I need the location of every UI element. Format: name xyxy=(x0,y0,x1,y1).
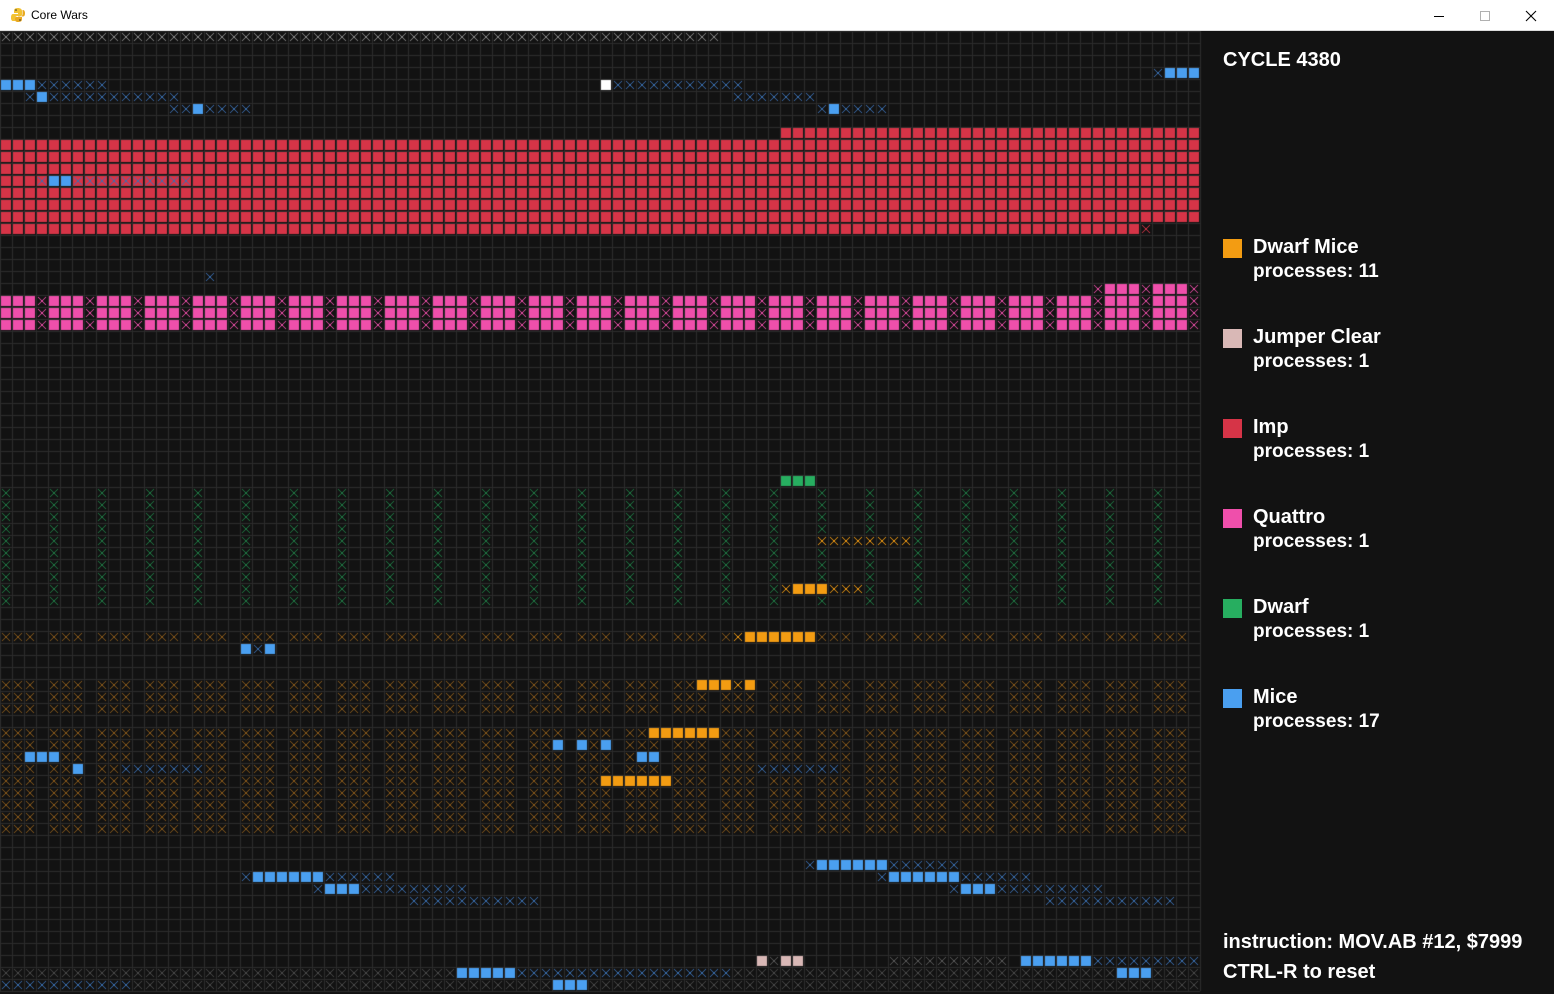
legend-swatch xyxy=(1223,239,1242,258)
legend-swatch xyxy=(1223,689,1242,708)
title-bar[interactable]: Core Wars xyxy=(0,0,1554,31)
process-count: processes: 1 xyxy=(1253,351,1370,372)
window-title: Core Wars xyxy=(31,8,88,22)
cycle-counter: CYCLE 4380 xyxy=(1223,49,1341,71)
warrior-name: Mice xyxy=(1253,686,1298,708)
legend-swatch xyxy=(1223,419,1242,438)
warrior-name: Dwarf Mice xyxy=(1253,236,1359,258)
maximize-button[interactable] xyxy=(1462,0,1508,31)
legend-item-mice: Mice processes: 17 xyxy=(1223,684,1543,744)
legend-swatch xyxy=(1223,599,1242,618)
legend-item-dwarf: Dwarf processes: 1 xyxy=(1223,594,1543,654)
minimize-button[interactable] xyxy=(1416,0,1462,31)
process-count: processes: 1 xyxy=(1253,441,1370,462)
legend-item-imp: Imp processes: 1 xyxy=(1223,414,1543,474)
status-sidebar: CYCLE 4380 Dwarf Mice processes: 11 Jump… xyxy=(1204,31,1554,994)
legend-item-quattro: Quattro processes: 1 xyxy=(1223,504,1543,564)
warrior-name: Imp xyxy=(1253,416,1289,438)
python-app-icon xyxy=(11,8,25,22)
legend-swatch xyxy=(1223,509,1242,528)
warrior-name: Dwarf xyxy=(1253,596,1309,618)
current-instruction: instruction: MOV.AB #12, $7999 xyxy=(1223,931,1523,953)
legend-swatch xyxy=(1223,329,1242,348)
legend-item-dwarf-mice: Dwarf Mice processes: 11 xyxy=(1223,234,1543,294)
minimize-icon xyxy=(1434,15,1444,17)
maximize-icon xyxy=(1480,10,1490,21)
reset-hint: CTRL-R to reset xyxy=(1223,961,1376,983)
warrior-name: Quattro xyxy=(1253,506,1326,528)
warrior-name: Jumper Clear xyxy=(1253,326,1381,348)
process-count: processes: 1 xyxy=(1253,621,1370,642)
process-count: processes: 1 xyxy=(1253,531,1370,552)
process-count: processes: 17 xyxy=(1253,711,1380,732)
close-icon xyxy=(1525,10,1537,21)
legend-item-jumper-clear: Jumper Clear processes: 1 xyxy=(1223,324,1543,384)
close-button[interactable] xyxy=(1508,0,1554,31)
process-count: processes: 11 xyxy=(1253,261,1379,282)
core-memory-grid xyxy=(0,31,1204,994)
